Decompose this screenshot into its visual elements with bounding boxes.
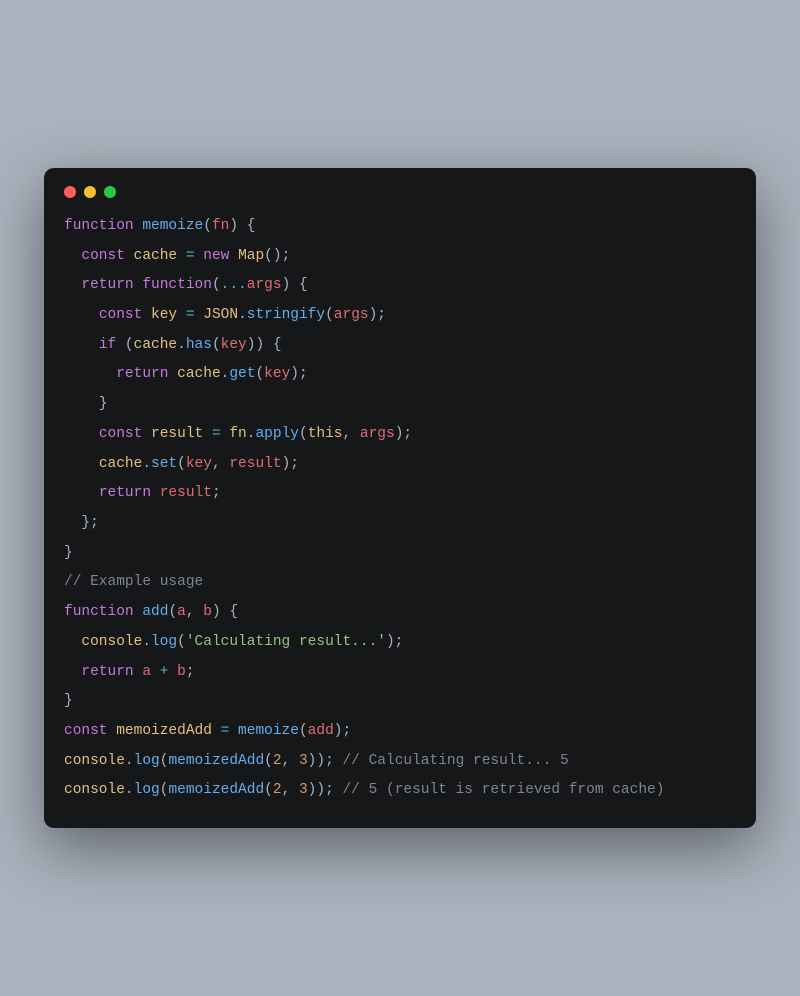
close-icon[interactable] (64, 186, 76, 198)
code-block: function memoize(fn) { const cache = new… (64, 212, 736, 806)
minimize-icon[interactable] (84, 186, 96, 198)
window-titlebar (64, 186, 736, 198)
maximize-icon[interactable] (104, 186, 116, 198)
code-window: function memoize(fn) { const cache = new… (44, 168, 756, 828)
